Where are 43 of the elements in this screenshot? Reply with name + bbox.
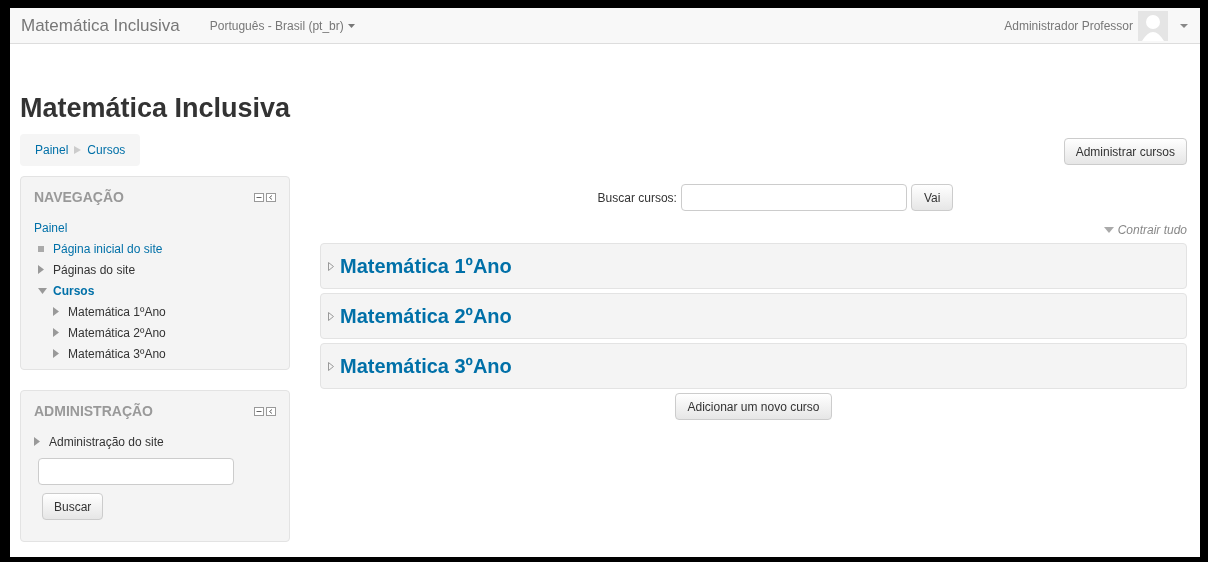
- course-link[interactable]: Matemática 1ºAno: [340, 251, 512, 281]
- nav-item[interactable]: Página inicial do site: [53, 239, 163, 258]
- separator-icon: [74, 146, 82, 154]
- nav-item[interactable]: Matemática 3ºAno: [68, 344, 166, 363]
- user-name[interactable]: Administrador Professor: [1004, 16, 1133, 35]
- course-search-field[interactable]: [680, 184, 907, 211]
- caret-icon[interactable]: [1180, 23, 1188, 28]
- nav-item[interactable]: Matemática 1ºAno: [68, 302, 166, 321]
- collapsed-icon[interactable]: [328, 361, 334, 371]
- nav-item[interactable]: Páginas do site: [53, 260, 136, 279]
- course-link[interactable]: Matemática 3ºAno: [340, 351, 512, 381]
- collapsed-icon[interactable]: [53, 349, 59, 358]
- course-link[interactable]: Matemática 2ºAno: [340, 301, 512, 331]
- bullet-icon: [38, 245, 44, 252]
- collapsed-icon[interactable]: [53, 307, 59, 316]
- search-button[interactable]: Buscar: [42, 493, 104, 520]
- manage-courses-button[interactable]: Administrar cursos: [1063, 138, 1187, 165]
- collapsed-icon[interactable]: [328, 261, 334, 271]
- language-menu[interactable]: Português - Brasil (pt_br): [209, 16, 355, 35]
- caret-icon[interactable]: [347, 23, 355, 28]
- expanded-icon[interactable]: [38, 287, 47, 294]
- go-button[interactable]: Vai: [910, 184, 954, 211]
- caret-icon[interactable]: [1103, 227, 1114, 233]
- collapsed-icon[interactable]: [34, 437, 40, 446]
- nav-item[interactable]: Administração do site: [49, 432, 164, 451]
- block-controls-icon[interactable]: [254, 407, 276, 416]
- nav-item[interactable]: Cursos: [53, 281, 95, 300]
- collapsed-icon[interactable]: [38, 265, 44, 274]
- collapsed-icon[interactable]: [328, 311, 334, 321]
- block-title: NAVEGAÇÃO: [34, 188, 124, 207]
- block-title: ADMINISTRAÇÃO: [34, 402, 153, 421]
- breadcrumb-link[interactable]: Cursos: [87, 141, 126, 159]
- page-title: Matemática Inclusiva: [20, 92, 292, 124]
- nav-item[interactable]: Painel: [34, 218, 68, 237]
- collapsed-icon[interactable]: [53, 328, 59, 337]
- block-controls-icon[interactable]: [254, 193, 276, 202]
- add-course-button[interactable]: Adicionar um novo curso: [675, 393, 832, 420]
- site-brand[interactable]: Matemática Inclusiva: [21, 12, 180, 39]
- search-label: Buscar cursos:: [597, 189, 677, 207]
- collapse-all-link[interactable]: Contrair tudo: [1103, 221, 1187, 239]
- breadcrumb-link[interactable]: Painel: [35, 141, 69, 159]
- nav-item[interactable]: Matemática 2ºAno: [68, 323, 166, 342]
- search-field[interactable]: [38, 458, 234, 485]
